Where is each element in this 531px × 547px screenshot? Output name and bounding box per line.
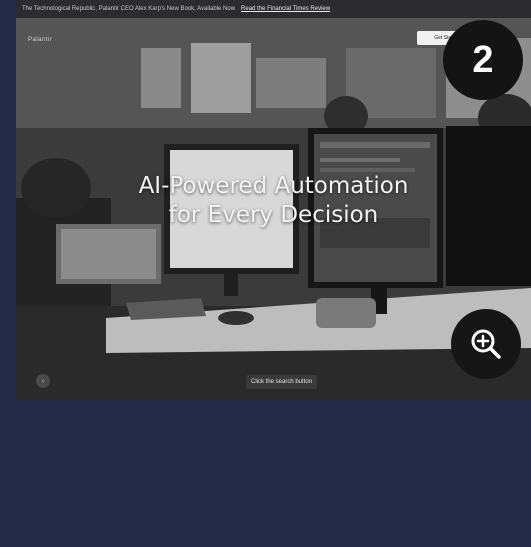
hero-headline-line-1: AI-Powered Automation: [138, 173, 409, 199]
step-number-badge: 2: [443, 20, 523, 100]
site-logo[interactable]: Palantir: [28, 37, 52, 43]
announcement-bar: The Technological Republic, Palantir CEO…: [16, 0, 531, 18]
hero-headline: AI-Powered Automation for Every Decision: [16, 172, 531, 230]
chevron-icon[interactable]: ‹: [36, 374, 50, 388]
tooltip-hint: Click the search button: [246, 375, 318, 389]
announcement-text: The Technological Republic, Palantir CEO…: [22, 6, 236, 12]
announcement-link[interactable]: Read the Financial Times Review: [241, 6, 330, 12]
zoom-in-icon: [471, 329, 501, 359]
hero-headline-line-2: for Every Decision: [168, 202, 379, 228]
zoom-button[interactable]: [451, 309, 521, 379]
